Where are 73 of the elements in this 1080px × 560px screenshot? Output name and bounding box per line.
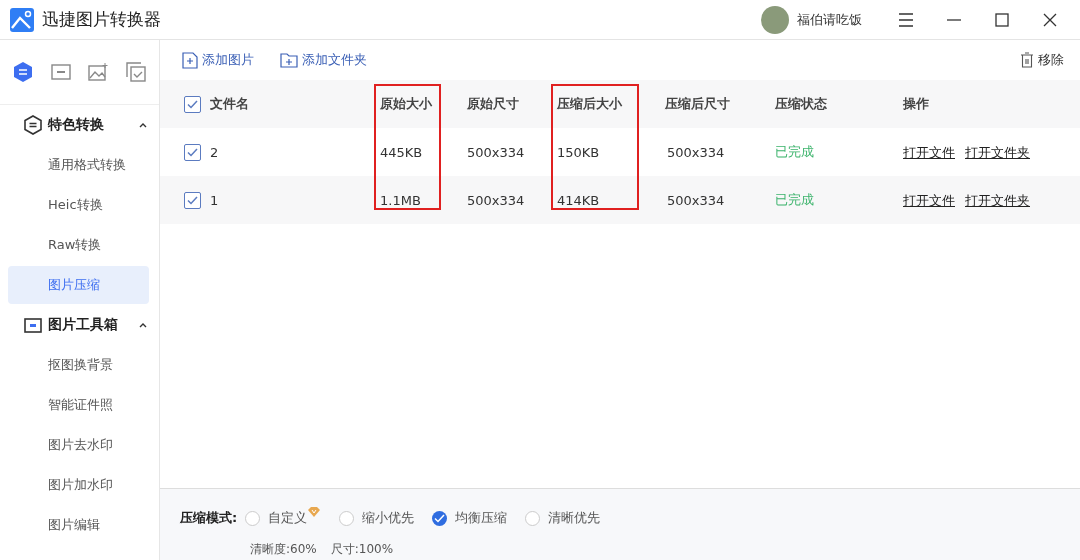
table-cell-text: 500x334 bbox=[467, 192, 526, 208]
open-link[interactable]: 打开文件夹 bbox=[965, 145, 1030, 160]
select-all-checkbox[interactable] bbox=[184, 95, 201, 113]
hexagon-swap-icon bbox=[12, 61, 33, 83]
table-cell-text: 1 bbox=[210, 192, 220, 208]
add-image-button[interactable]: 添加图片 bbox=[182, 51, 254, 69]
close-icon bbox=[1043, 12, 1057, 27]
app-logo-icon bbox=[10, 7, 34, 32]
column-header: 压缩后大小 bbox=[557, 95, 623, 113]
user-name: 福伯请吃饭 bbox=[797, 10, 862, 29]
remove-button[interactable]: 移除 bbox=[1020, 51, 1064, 69]
mode-radio[interactable]: 缩小优先 bbox=[339, 509, 415, 527]
menu-icon bbox=[898, 12, 914, 27]
mode-radio[interactable]: 清晰优先 bbox=[525, 509, 601, 527]
check-icon bbox=[187, 147, 198, 157]
status-text: 已完成 bbox=[775, 191, 815, 209]
column-header: 文件名 bbox=[210, 95, 250, 113]
open-link[interactable]: 打开文件 bbox=[903, 193, 955, 208]
image-icon bbox=[88, 63, 109, 81]
table-cell-text: 150KB bbox=[557, 144, 601, 160]
table-cell-text: 500x334 bbox=[666, 144, 726, 160]
row-checkbox[interactable] bbox=[184, 191, 201, 209]
file-plus-icon bbox=[182, 51, 198, 69]
mode-label: 压缩模式: bbox=[180, 509, 238, 527]
size-text: 尺寸:100% bbox=[330, 541, 394, 558]
table-cell-text: 2 bbox=[210, 144, 220, 160]
open-link[interactable]: 打开文件夹 bbox=[965, 193, 1030, 208]
check-icon bbox=[187, 99, 198, 109]
table-cell-text: 500x334 bbox=[666, 192, 726, 208]
sidebar-item[interactable]: 图片压缩 bbox=[8, 266, 149, 304]
sidebar-group-header[interactable]: 图片工具箱 bbox=[0, 305, 159, 345]
table-cell-text: 414KB bbox=[557, 192, 601, 208]
sidebar-tab[interactable] bbox=[87, 61, 110, 83]
clarity-text: 清晰度:60% bbox=[250, 541, 317, 558]
maximize-icon bbox=[995, 12, 1009, 27]
open-link[interactable]: 打开文件 bbox=[903, 145, 955, 160]
frame-icon bbox=[24, 317, 42, 333]
sidebar-item[interactable]: Raw转换 bbox=[8, 226, 149, 264]
column-header: 原始大小 bbox=[380, 95, 433, 113]
hexagon-swap-icon bbox=[24, 115, 42, 135]
avatar-circle[interactable] bbox=[761, 5, 789, 34]
sidebar-tab[interactable] bbox=[11, 61, 34, 83]
column-header: 压缩后尺寸 bbox=[665, 95, 731, 113]
row-checkbox[interactable] bbox=[184, 143, 201, 161]
table-cell-text: 1.1MB bbox=[380, 192, 422, 208]
sidebar-tab[interactable] bbox=[125, 61, 148, 83]
table-cell-text: 445KB bbox=[380, 144, 424, 160]
window-title: 迅捷图片转换器 bbox=[42, 8, 162, 31]
table-cell-text: 500x334 bbox=[467, 144, 526, 160]
column-header: 原始尺寸 bbox=[467, 95, 520, 113]
sidebar-item[interactable]: 抠图换背景 bbox=[8, 346, 149, 384]
sidebar-item[interactable]: 图片去水印 bbox=[8, 426, 149, 464]
copy-check-icon bbox=[126, 62, 147, 82]
mode-radio[interactable]: 自定义 bbox=[245, 509, 308, 527]
check-icon bbox=[187, 195, 198, 205]
trash-icon bbox=[1020, 52, 1034, 68]
sidebar-item[interactable]: 智能证件照 bbox=[8, 386, 149, 424]
folder-plus-icon bbox=[280, 52, 298, 68]
minimize-icon bbox=[946, 18, 962, 21]
sidebar-item[interactable]: 图片编辑 bbox=[8, 506, 149, 544]
status-text: 已完成 bbox=[775, 143, 815, 161]
frame-icon bbox=[50, 64, 71, 80]
chevron-icon bbox=[139, 322, 147, 328]
sidebar-group-header[interactable]: 特色转换 bbox=[0, 105, 159, 145]
column-header: 压缩状态 bbox=[775, 95, 828, 113]
sidebar-item[interactable]: 图片加水印 bbox=[8, 466, 149, 504]
mode-radio[interactable]: 均衡压缩 bbox=[432, 509, 508, 527]
sidebar-item[interactable]: 通用格式转换 bbox=[8, 146, 149, 184]
sidebar-item[interactable]: Heic转换 bbox=[8, 186, 149, 224]
add-folder-button[interactable]: 添加文件夹 bbox=[280, 51, 367, 69]
sidebar-tab[interactable] bbox=[49, 61, 72, 83]
column-header: 操作 bbox=[903, 95, 930, 113]
chevron-icon bbox=[139, 122, 147, 128]
